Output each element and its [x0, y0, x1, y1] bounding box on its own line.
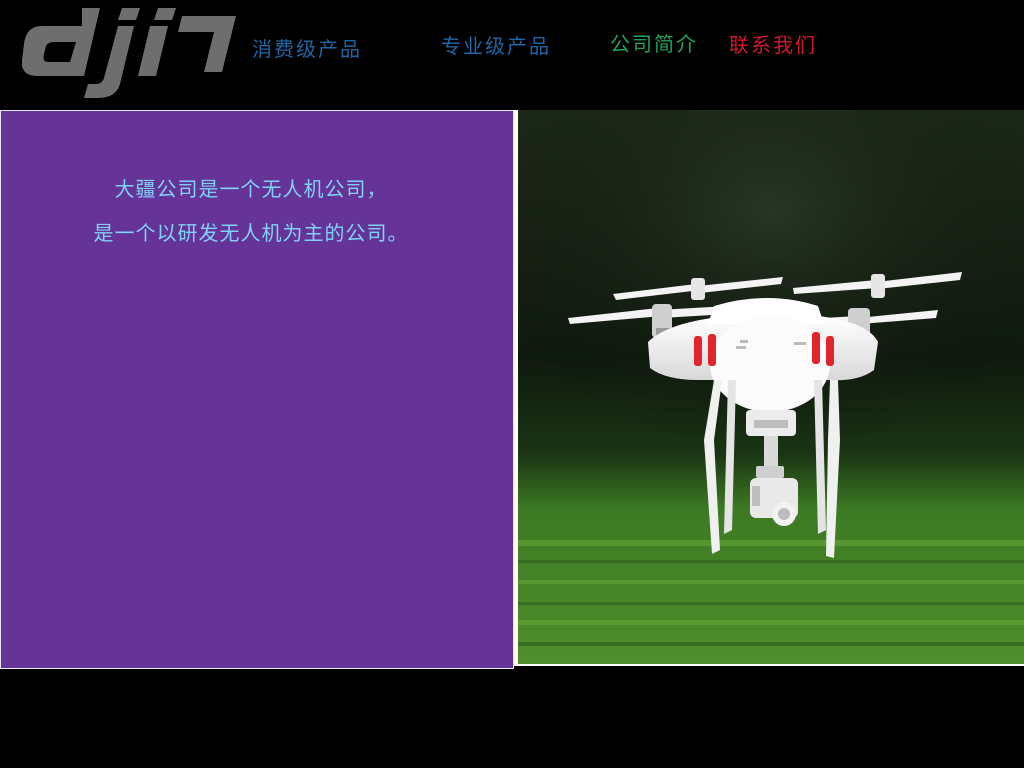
dji-logo-icon: [21, 8, 236, 98]
dji-logo[interactable]: [21, 6, 242, 98]
nav-contact-us[interactable]: 联系我们: [729, 29, 817, 58]
intro-line-1: 大疆公司是一个无人机公司，: [114, 177, 388, 201]
intro-line-2: 是一个以研发无人机为主的公司。: [93, 221, 409, 245]
page: 消费级产品 专业级产品 公司简介 联系我们 大疆公司是一个无人机公司， 是一个以…: [0, 0, 1024, 768]
nav-consumer-products[interactable]: 消费级产品: [252, 33, 362, 62]
intro-text: 大疆公司是一个无人机公司， 是一个以研发无人机为主的公司。: [1, 167, 501, 255]
drone-photo-image: [518, 110, 1024, 664]
nav-company-intro[interactable]: 公司简介: [610, 28, 698, 57]
intro-panel: 大疆公司是一个无人机公司， 是一个以研发无人机为主的公司。: [0, 110, 514, 669]
nav-professional-products[interactable]: 专业级产品: [441, 30, 551, 59]
drone-photo: [514, 110, 1024, 666]
